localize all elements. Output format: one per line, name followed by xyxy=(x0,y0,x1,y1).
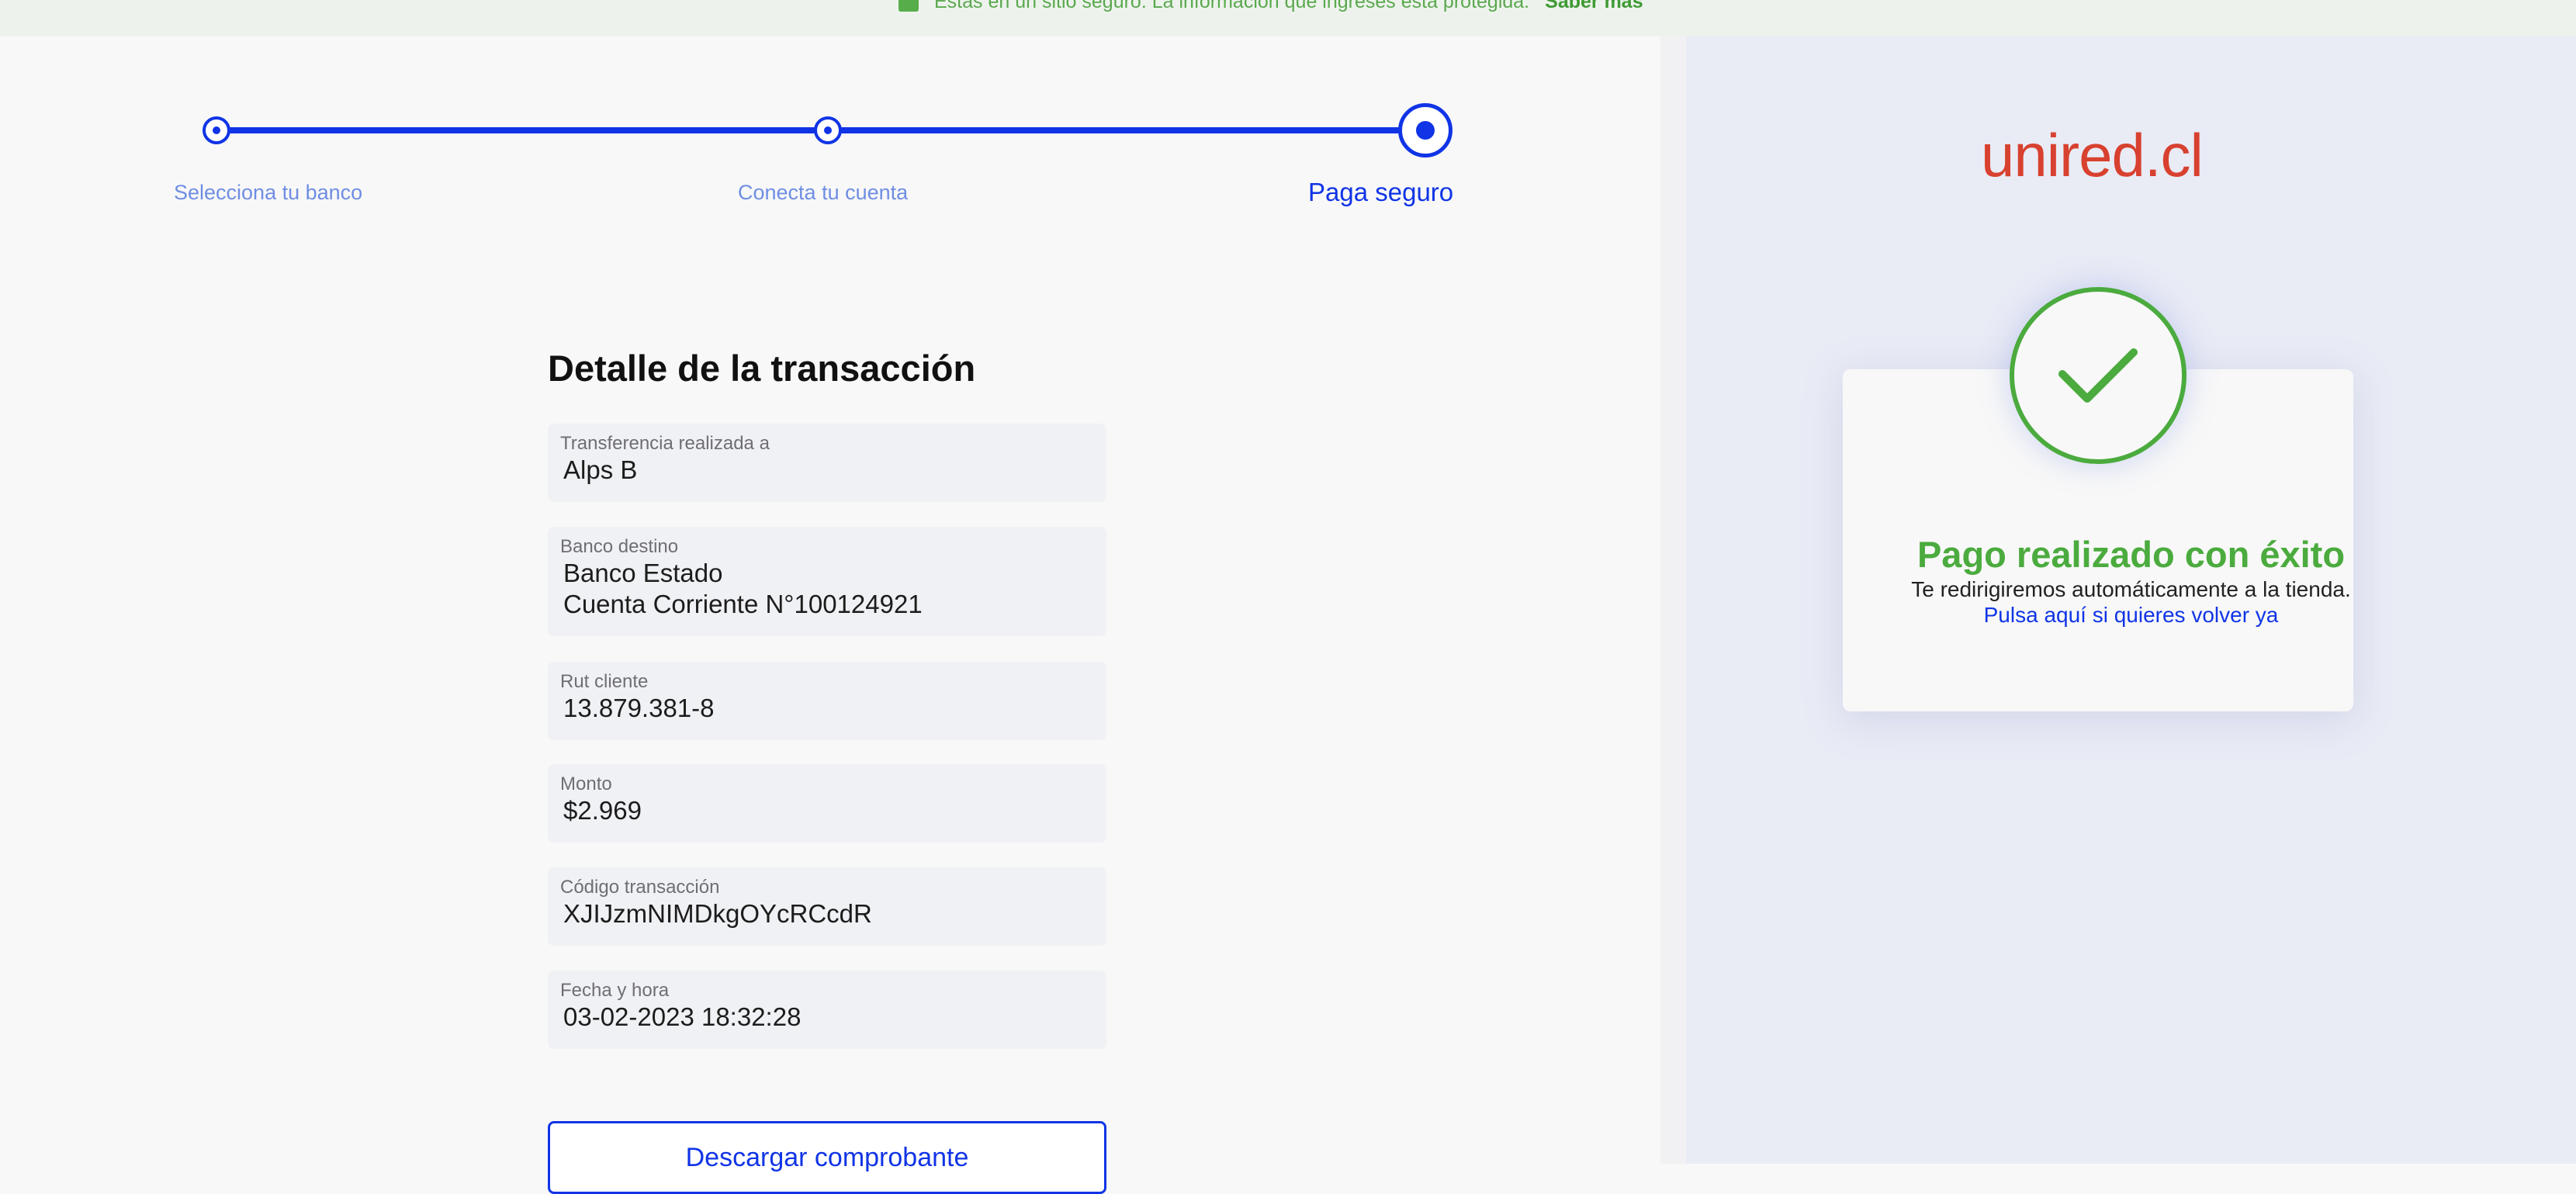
redirect-message: Te redirigiremos automáticamente a la ti… xyxy=(1911,577,2351,601)
field-value-account: Cuenta Corriente N°100124921 xyxy=(563,590,923,618)
security-banner-text: Estás en un sitio seguro. La información… xyxy=(934,0,1530,12)
step-2-dot-icon xyxy=(814,116,842,144)
field-value: 03-02-2023 18:32:28 xyxy=(563,1002,802,1031)
merchant-panel: unired.cl Pago realizado con éxito Te re… xyxy=(1686,36,2576,1164)
field-value: Alps B xyxy=(563,455,638,484)
security-banner: Estás en un sitio seguro. La información… xyxy=(0,0,2576,36)
success-badge xyxy=(2010,287,2186,464)
field-value: 13.879.381-8 xyxy=(563,694,715,722)
field-label: Fecha y hora xyxy=(560,980,670,1001)
check-icon xyxy=(2058,348,2138,403)
field-label: Transferencia realizada a xyxy=(560,433,770,454)
step-3-label: Paga seguro xyxy=(1308,178,1454,206)
transaction-panel: Selecciona tu banco Conecta tu cuenta Pa… xyxy=(0,36,1660,1194)
detail-title: Detalle de la transacción xyxy=(548,348,976,389)
step-1-label: Selecciona tu banco xyxy=(174,181,363,204)
return-now-link[interactable]: Pulsa aquí si quieres volver ya xyxy=(1686,603,2576,628)
field-value: $2.969 xyxy=(563,796,642,825)
lock-icon xyxy=(898,0,919,12)
step-2-label: Conecta tu cuenta xyxy=(738,181,909,204)
field-recipient: Transferencia realizada a Alps B xyxy=(548,424,1106,502)
merchant-logo: unired.cl xyxy=(1981,121,2204,189)
field-destination-bank: Banco destino Banco Estado Cuenta Corrie… xyxy=(548,527,1106,636)
field-value: XJIJzmNIMDkgOYcRCcdR xyxy=(563,899,872,928)
step-3-dot-icon xyxy=(1398,103,1452,157)
field-amount: Monto $2.969 xyxy=(548,764,1106,843)
panel-divider xyxy=(1660,36,1686,1164)
progress-stepper: Selecciona tu banco Conecta tu cuenta Pa… xyxy=(0,36,1660,238)
download-receipt-button[interactable]: Descargar comprobante xyxy=(548,1121,1106,1194)
field-label: Código transacción xyxy=(560,877,720,898)
field-value: Banco Estado xyxy=(563,559,723,587)
success-title: Pago realizado con éxito xyxy=(1916,534,2346,575)
field-label: Banco destino xyxy=(560,536,679,557)
field-date-time: Fecha y hora 03-02-2023 18:32:28 xyxy=(548,971,1106,1049)
field-label: Rut cliente xyxy=(560,671,649,692)
field-label: Monto xyxy=(560,774,612,794)
field-client-rut: Rut cliente 13.879.381-8 xyxy=(548,662,1106,740)
field-transaction-code: Código transacción XJIJzmNIMDkgOYcRCcdR xyxy=(548,867,1106,946)
learn-more-link[interactable]: Saber más xyxy=(1545,0,1643,13)
step-1-dot-icon xyxy=(203,116,230,144)
